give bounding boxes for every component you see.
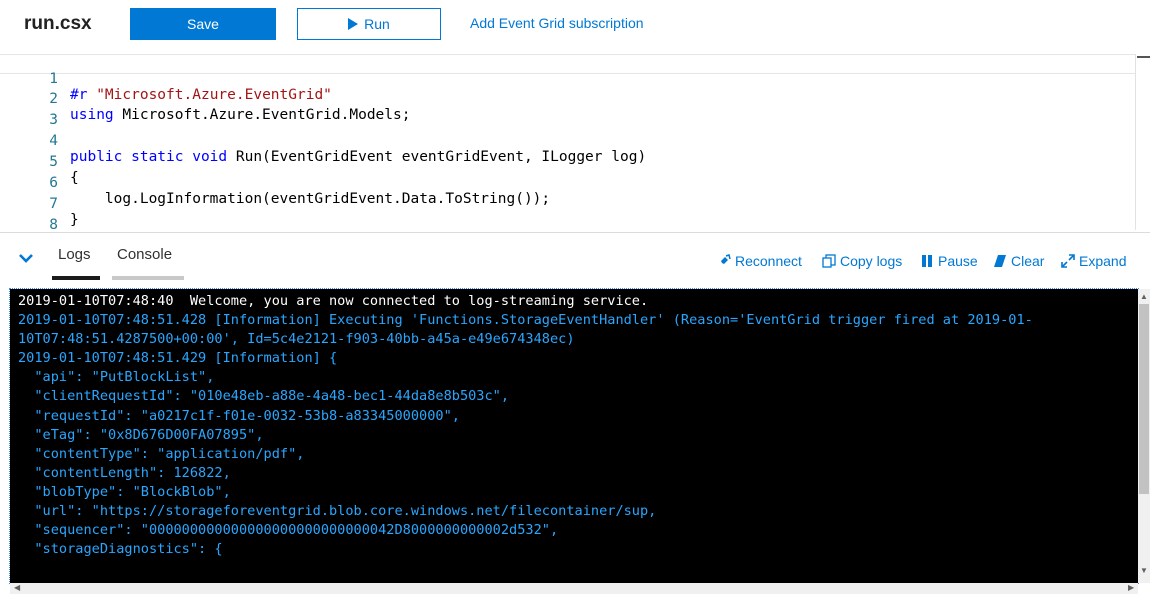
tab-console[interactable]: Console [117,246,172,263]
code-line: 4 public static void Run(EventGridEvent … [0,117,1135,165]
code-line: 8 [0,201,1135,233]
log-line: "api": "PutBlockList", [18,369,215,386]
log-console[interactable]: 2019-01-10T07:48:40 Welcome, you are now… [9,288,1139,584]
log-line: "contentType": "application/pdf", [18,445,305,462]
scroll-right-arrow-icon[interactable]: ▶ [1128,583,1134,592]
divider [0,232,1150,233]
copy-logs-label: Copy logs [840,253,903,269]
run-label: Run [364,16,390,32]
clear-label: Clear [1011,253,1045,269]
save-button[interactable]: Save [130,8,276,40]
run-button[interactable]: Run [297,8,441,40]
log-line: 10T07:48:51.4287500+00:00', Id=5c4e2121-… [18,331,575,348]
code-line: 3 [0,96,1135,128]
log-line: 2019-01-10T07:48:40 Welcome, you are now… [18,293,649,309]
scroll-up-arrow-icon[interactable]: ▲ [1140,292,1148,301]
logs-panel-header: Logs Console Reconnect Copy logs Pause C… [0,236,1150,284]
log-line: "eTag": "0x8D676D00FA07895", [18,426,264,443]
expand-button[interactable]: Expand [1061,253,1126,269]
code-line: 5 { [0,138,1135,186]
chevron-down-icon[interactable] [18,250,34,266]
add-event-grid-subscription-link[interactable]: Add Event Grid subscription [470,15,644,31]
log-line: "contentLength": 126822, [18,464,231,481]
code-line: 2 using Microsoft.Azure.EventGrid.Models… [0,75,1135,123]
play-icon [348,18,359,30]
log-line: 2019-01-10T07:48:51.429 [Information] { [18,350,338,367]
scroll-down-arrow-icon[interactable]: ▼ [1140,566,1148,575]
tab-console-indicator [112,276,184,280]
editor-toolbar: run.csx Save Run Add Event Grid subscrip… [0,0,1150,50]
line-number: 8 [49,217,58,233]
log-line: "url": "https://storageforeventgrid.blob… [18,503,657,520]
tab-logs-indicator [52,276,100,280]
expand-label: Expand [1079,253,1127,269]
pause-label: Pause [938,253,978,269]
tab-logs[interactable]: Logs [58,246,91,263]
pause-button[interactable]: Pause [920,253,978,269]
log-line: 2019-01-10T07:48:51.428 [Information] Ex… [18,312,1033,329]
expand-icon [1061,254,1075,268]
editor-overview-mark [1137,56,1150,58]
copy-icon [822,254,836,268]
reconnect-label: Reconnect [735,253,802,269]
reconnect-button[interactable]: Reconnect [717,253,802,269]
copy-logs-button[interactable]: Copy logs [822,253,902,269]
log-line: "blobType": "BlockBlob", [18,483,231,500]
editor-overview-ruler [1135,54,1136,230]
scroll-left-arrow-icon[interactable]: ◀ [14,583,20,592]
log-line: "sequencer": "00000000000000000000000000… [18,522,559,539]
horizontal-scrollbar[interactable] [10,583,1138,594]
pause-icon [922,255,932,267]
file-name: run.csx [24,13,92,34]
vertical-scrollbar-thumb[interactable] [1139,304,1149,494]
code-line: 1 #r "Microsoft.Azure.EventGrid" [0,54,1135,103]
eraser-icon [994,255,1006,267]
log-line: "storageDiagnostics": { [18,541,223,558]
code-editor[interactable]: 1 #r "Microsoft.Azure.EventGrid" 2 using… [0,52,1150,233]
reconnect-icon [718,254,731,267]
code-line: 6 log.LogInformation(eventGridEvent.Data… [0,159,1135,207]
log-line: "requestId": "a0217c1f-f01e-0032-53b8-a8… [18,407,460,424]
log-line: "clientRequestId": "010e48eb-a88e-4a48-b… [18,388,510,405]
clear-button[interactable]: Clear [993,253,1044,269]
code-line: 7 } [0,180,1135,228]
